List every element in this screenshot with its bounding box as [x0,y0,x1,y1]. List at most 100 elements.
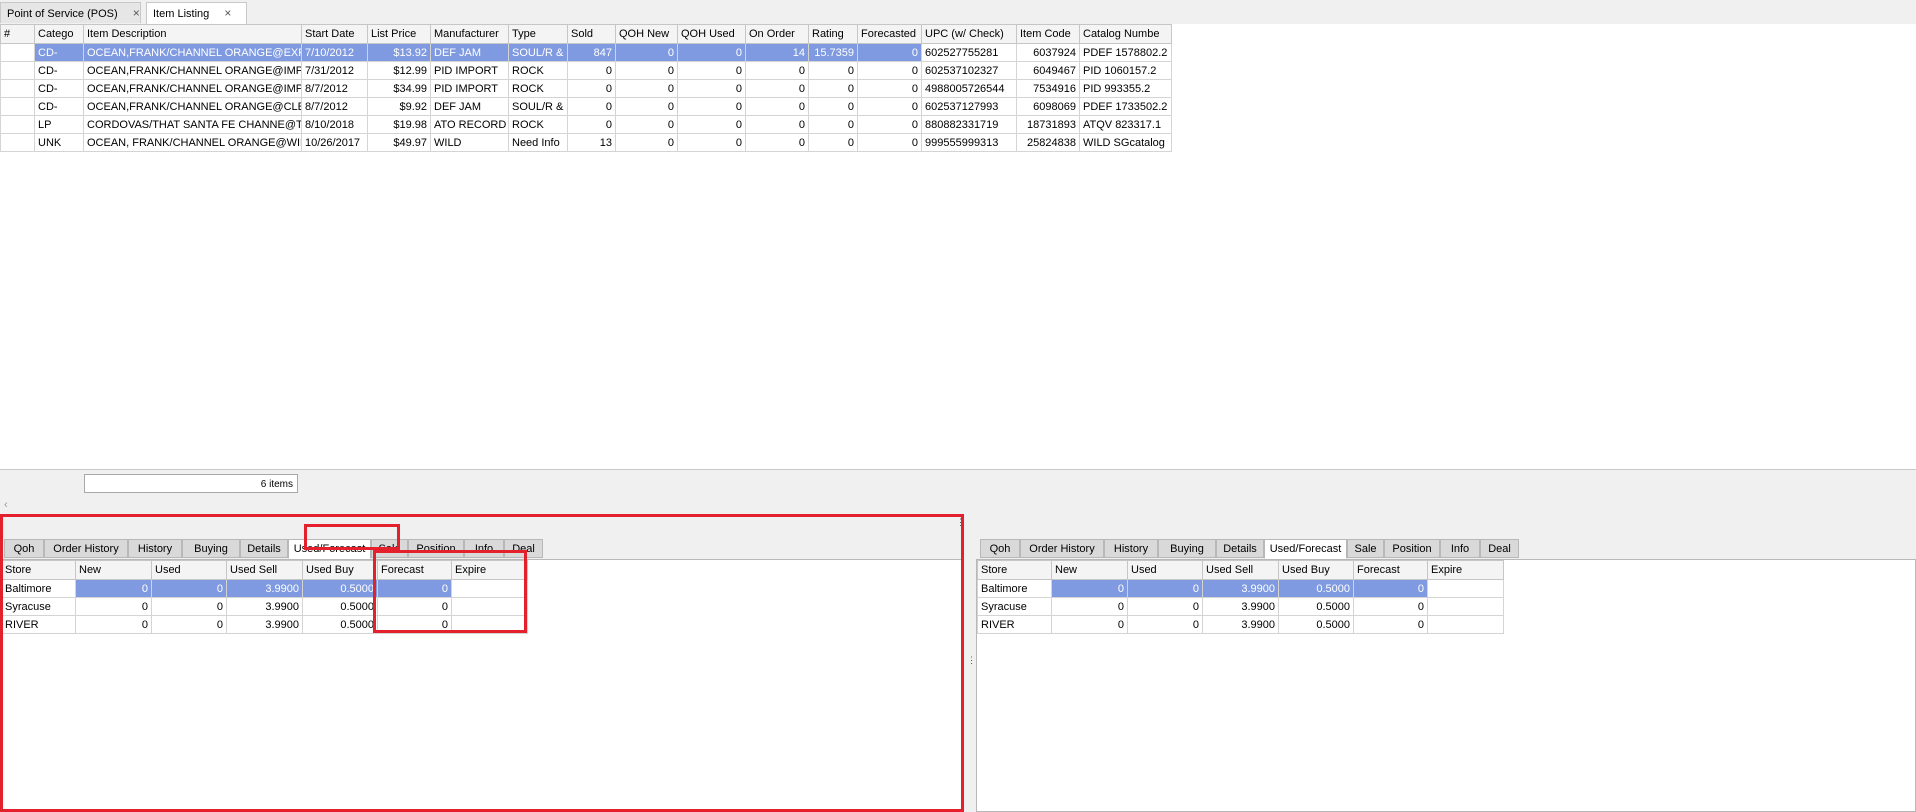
tab-sale[interactable]: Sale [371,539,408,558]
cell-used-sell[interactable]: 3.9900 [226,597,303,616]
used-forecast-grid[interactable]: Store New Used Used Sell Used Buy Forecast Exp… [1,560,528,634]
cell-on-order[interactable]: 0 [745,97,809,116]
cell-qoh-used[interactable]: 0 [677,43,746,62]
cell-item-description[interactable]: CORDOVAS/THAT SANTA FE CHANNE@T [83,115,302,134]
cell-start-date[interactable]: 7/31/2012 [301,61,368,80]
cell-used[interactable]: 0 [151,597,227,616]
column-header-expire[interactable]: Expire [1427,560,1504,580]
cell-forecast[interactable]: 0 [377,615,452,634]
cell-catalog-numbe[interactable]: PDEF 1733502.2 [1079,97,1172,116]
table-row[interactable]: UNK OCEAN, FRANK/CHANNEL ORANGE@WIL 10/26/… [0,133,1172,152]
column-header-expire[interactable]: Expire [451,560,528,580]
cell-item-code[interactable]: 6049467 [1016,61,1080,80]
cell-qoh-new[interactable]: 0 [615,115,678,134]
cell-store[interactable]: Syracuse [1,597,76,616]
column-header-item-code[interactable]: Item Code [1016,24,1080,44]
tab-details[interactable]: Details [1216,539,1264,558]
cell-item-code[interactable]: 6037924 [1016,43,1080,62]
column-header-catalog-numbe[interactable]: Catalog Numbe [1079,24,1172,44]
cell-used-sell[interactable]: 3.9900 [1202,579,1279,598]
panel-splitter[interactable]: ⋮ ⋮ [956,513,976,812]
cell-rating[interactable]: 15.7359 [808,43,858,62]
cell-list-price[interactable]: $12.99 [367,61,431,80]
column-header-new[interactable]: New [75,560,152,580]
cell-store[interactable]: RIVER [1,615,76,634]
tab-info[interactable]: Info [464,539,504,558]
cell-item-description[interactable]: OCEAN,FRANK/CHANNEL ORANGE@IMP [83,61,302,80]
cell-qoh-new[interactable]: 0 [615,61,678,80]
table-row[interactable]: CD- OCEAN,FRANK/CHANNEL ORANGE@EXPL 7/10/2… [0,43,1172,62]
cell-rating[interactable]: 0 [808,97,858,116]
column-header-catego[interactable]: Catego [34,24,84,44]
cell-manufacturer[interactable]: DEF JAM [430,43,509,62]
cell-manufacturer[interactable]: DEF JAM [430,97,509,116]
close-icon[interactable]: × [133,3,140,24]
cell-store[interactable]: Baltimore [1,579,76,598]
table-row[interactable]: Syracuse 0 0 3.9900 0.5000 0 [977,597,1504,616]
cell-list-price[interactable]: $34.99 [367,79,431,98]
cell-forecast[interactable]: 0 [377,597,452,616]
cell-on-order[interactable]: 0 [745,115,809,134]
cell-rating[interactable]: 0 [808,133,858,152]
cell-sold[interactable]: 847 [567,43,616,62]
cell-upc-w-check[interactable]: 999555999313 [921,133,1017,152]
column-header-list-price[interactable]: List Price [367,24,431,44]
cell-qoh-new[interactable]: 0 [615,79,678,98]
cell-list-price[interactable]: $9.92 [367,97,431,116]
tab-buying[interactable]: Buying [182,539,240,558]
cell-expire[interactable] [451,597,528,616]
table-row[interactable]: CD- OCEAN,FRANK/CHANNEL ORANGE@IMP 7/31/20… [0,61,1172,80]
tab-buying[interactable]: Buying [1158,539,1216,558]
cell-catalog-numbe[interactable]: WILD SGcatalog [1079,133,1172,152]
cell-number[interactable] [0,115,35,134]
cell-manufacturer[interactable]: ATO RECORD [430,115,509,134]
table-row[interactable]: Baltimore 0 0 3.9900 0.5000 0 [1,579,528,598]
tab-sale[interactable]: Sale [1347,539,1384,558]
cell-manufacturer[interactable]: WILD [430,133,509,152]
cell-new[interactable]: 0 [75,615,152,634]
column-header-used-sell[interactable]: Used Sell [1202,560,1279,580]
cell-used[interactable]: 0 [151,579,227,598]
cell-start-date[interactable]: 8/10/2018 [301,115,368,134]
cell-used-buy[interactable]: 0.5000 [1278,597,1354,616]
cell-on-order[interactable]: 0 [745,133,809,152]
cell-list-price[interactable]: $19.98 [367,115,431,134]
column-header-sold[interactable]: Sold [567,24,616,44]
cell-used-sell[interactable]: 3.9900 [226,579,303,598]
cell-number[interactable] [0,97,35,116]
cell-qoh-used[interactable]: 0 [677,61,746,80]
table-row[interactable]: Baltimore 0 0 3.9900 0.5000 0 [977,579,1504,598]
cell-number[interactable] [0,61,35,80]
cell-used[interactable]: 0 [1127,579,1203,598]
cell-item-code[interactable]: 6098069 [1016,97,1080,116]
cell-catego[interactable]: CD- [34,97,84,116]
cell-manufacturer[interactable]: PID IMPORT [430,61,509,80]
cell-upc-w-check[interactable]: 4988005726544 [921,79,1017,98]
table-row[interactable]: CD- OCEAN,FRANK/CHANNEL ORANGE@IMP 8/7/201… [0,79,1172,98]
cell-used[interactable]: 0 [151,615,227,634]
cell-store[interactable]: Syracuse [977,597,1052,616]
tab-order-history[interactable]: Order History [1020,539,1104,558]
cell-used-sell[interactable]: 3.9900 [226,615,303,634]
cell-item-code[interactable]: 18731893 [1016,115,1080,134]
cell-catalog-numbe[interactable]: PID 993355.2 [1079,79,1172,98]
cell-item-description[interactable]: OCEAN,FRANK/CHANNEL ORANGE@EXPL [83,43,302,62]
tab-deal[interactable]: Deal [504,539,543,558]
cell-forecasted[interactable]: 0 [857,133,922,152]
item-listing-grid[interactable]: # Catego Item Description Start Date List Pr… [0,24,1172,152]
column-header-new[interactable]: New [1051,560,1128,580]
tab-info[interactable]: Info [1440,539,1480,558]
cell-qoh-used[interactable]: 0 [677,97,746,116]
cell-store[interactable]: Baltimore [977,579,1052,598]
cell-new[interactable]: 0 [1051,615,1128,634]
table-row[interactable]: LP CORDOVAS/THAT SANTA FE CHANNE@T 8/10/20… [0,115,1172,134]
cell-catalog-numbe[interactable]: PDEF 1578802.2 [1079,43,1172,62]
cell-forecasted[interactable]: 0 [857,79,922,98]
cell-expire[interactable] [1427,597,1504,616]
cell-start-date[interactable]: 10/26/2017 [301,133,368,152]
cell-forecast[interactable]: 0 [1353,579,1428,598]
column-header-used-sell[interactable]: Used Sell [226,560,303,580]
cell-rating[interactable]: 0 [808,79,858,98]
cell-used-buy[interactable]: 0.5000 [302,597,378,616]
cell-forecast[interactable]: 0 [1353,615,1428,634]
